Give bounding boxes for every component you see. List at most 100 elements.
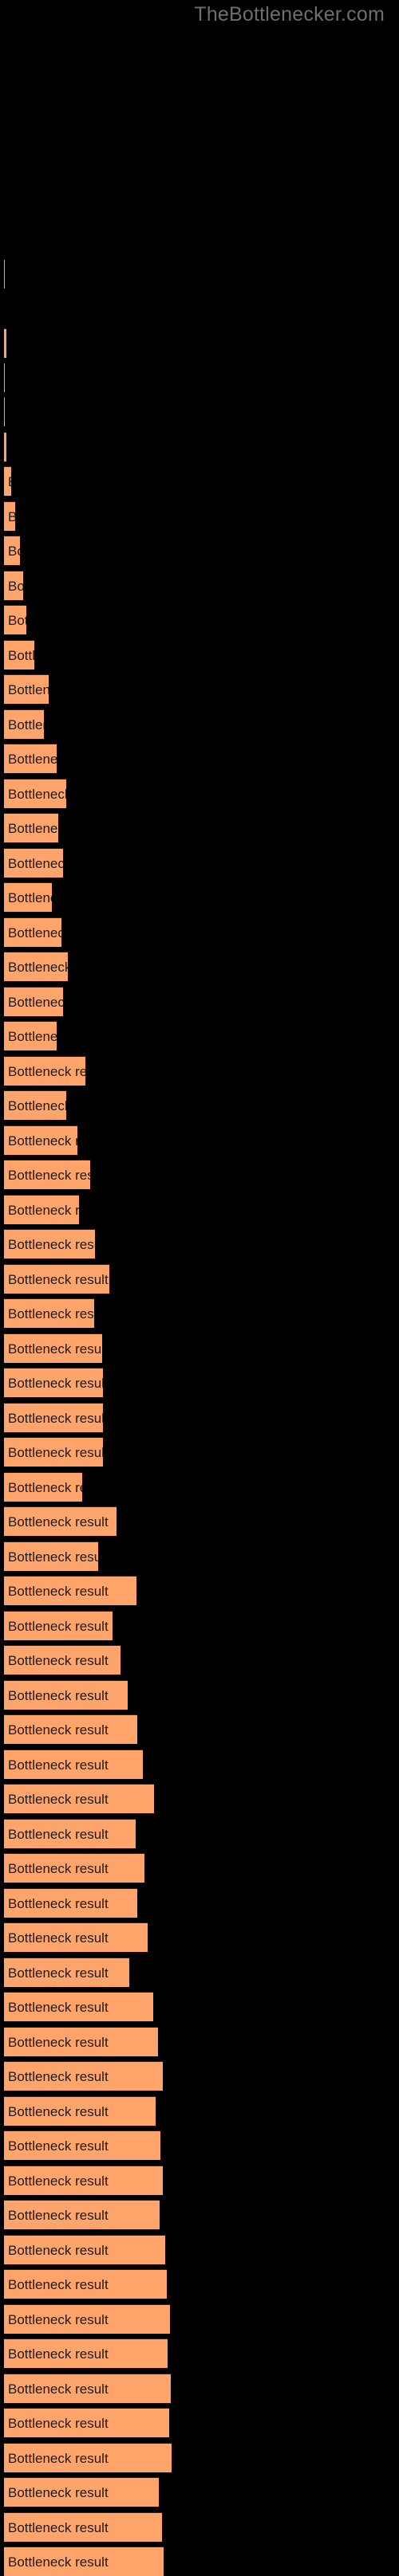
bar-row: Bottleneck result xyxy=(4,1749,143,1779)
bar-row: Bottleneck result xyxy=(4,1819,136,1848)
bar: Bottleneck result xyxy=(4,536,20,565)
bar: Bottleneck result xyxy=(4,466,11,496)
bar: Bottleneck result xyxy=(4,501,15,531)
bar-row: Bottleneck result xyxy=(4,779,66,808)
bar: Bottleneck result xyxy=(4,1680,128,1710)
bar-row: Bottleneck result xyxy=(4,2547,164,2576)
bar-row: Bottleneck result xyxy=(4,363,5,392)
bar-row: Bottleneck result xyxy=(4,848,63,878)
horizontal-bar-chart: Bottleneck result Bottleneck result Bottle… xyxy=(0,0,399,2576)
bar-row: Bottleneck result xyxy=(4,1714,137,1744)
bar: Bottleneck result xyxy=(4,2443,172,2472)
bar-label: Bottleneck result xyxy=(8,787,66,802)
bar: Bottleneck result xyxy=(4,2374,171,2403)
bar-label: Bottleneck result xyxy=(8,1445,103,1460)
bar-row: Bottleneck result xyxy=(4,1437,103,1467)
bar-label: Bottleneck result xyxy=(8,1896,109,1911)
bar-label: Bottleneck result xyxy=(8,752,57,767)
bar: Bottleneck result xyxy=(4,1611,113,1640)
bar-row: Bottleneck result xyxy=(4,328,6,358)
bar-row: Bottleneck result xyxy=(4,2027,158,2056)
bar-label: Bottleneck result xyxy=(8,2174,109,2189)
bar-label: Bottleneck result xyxy=(8,2035,109,2050)
bar-label: Bottleneck result xyxy=(8,613,26,628)
bar-row: Bottleneck result xyxy=(4,1472,82,1502)
bar-label: Bottleneck result xyxy=(8,1237,95,1252)
bar-label: Bottleneck result xyxy=(8,995,63,1010)
bar-row: Bottleneck result xyxy=(4,397,5,426)
bar: Bottleneck result xyxy=(4,2338,168,2368)
bar-label: Bottleneck result xyxy=(8,821,58,836)
bar-row: Bottleneck result xyxy=(4,1922,148,1952)
bar: Bottleneck result xyxy=(4,2235,165,2264)
bar-label: Bottleneck result xyxy=(8,1584,109,1599)
bar: Bottleneck result xyxy=(4,779,66,808)
bar: Bottleneck result xyxy=(4,1958,129,1987)
bar: Bottleneck result xyxy=(4,1888,137,1918)
bar-row: Bottleneck result xyxy=(4,2512,162,2542)
bar-label: Bottleneck result xyxy=(8,1827,109,1842)
bar-label: Bottleneck result xyxy=(8,1722,109,1738)
bar: Bottleneck result xyxy=(4,1368,103,1397)
bar: Bottleneck result xyxy=(4,2130,160,2160)
bar-row: Bottleneck result xyxy=(4,1229,95,1259)
bar: Bottleneck result xyxy=(4,2027,158,2056)
bar-row: Bottleneck result xyxy=(4,1506,117,1536)
bar-row: Bottleneck result xyxy=(4,259,5,289)
bar: Bottleneck result xyxy=(4,1472,82,1502)
bar: Bottleneck result xyxy=(4,744,57,773)
bar: Bottleneck result xyxy=(4,1922,148,1952)
bar-label: Bottleneck result xyxy=(8,648,34,663)
bar-row: Bottleneck result xyxy=(4,1264,109,1294)
bar-label: Bottleneck result xyxy=(8,1411,103,1426)
bar-label: Bottleneck result xyxy=(8,2138,109,2154)
bar: Bottleneck result xyxy=(4,571,23,600)
bar: Bottleneck result xyxy=(4,2477,159,2507)
bar-row: Bottleneck result xyxy=(4,1403,103,1432)
bar: Bottleneck result xyxy=(4,882,52,912)
bar: Bottleneck result xyxy=(4,1195,79,1224)
bar: Bottleneck result xyxy=(4,1437,103,1467)
bar: Bottleneck result xyxy=(4,848,63,878)
bar-row: Bottleneck result xyxy=(4,2235,165,2264)
bar: Bottleneck result xyxy=(4,1819,136,1848)
bar-label: Bottleneck result xyxy=(8,1757,109,1773)
bar: Bottleneck result xyxy=(4,1264,109,1294)
bar-label: Bottleneck result xyxy=(8,890,52,905)
bar-row: Bottleneck result xyxy=(4,2408,169,2437)
bar: Bottleneck result xyxy=(4,1645,120,1675)
bar-row: Bottleneck result xyxy=(4,1853,144,1883)
bar-row: Bottleneck result xyxy=(4,432,6,461)
bar-label: Bottleneck result xyxy=(8,579,23,594)
bar: Bottleneck result xyxy=(4,1333,102,1363)
bar-label: Bottleneck result xyxy=(8,1653,109,1668)
bar-row: Bottleneck result xyxy=(4,536,20,565)
bar-row: Bottleneck result xyxy=(4,744,57,773)
bar: Bottleneck result xyxy=(4,2408,169,2437)
bar-row: Bottleneck result xyxy=(4,571,23,600)
bar: Bottleneck result xyxy=(4,1714,137,1744)
bar-label: Bottleneck result xyxy=(8,2104,109,2119)
bar-row: Bottleneck result xyxy=(4,1958,129,1987)
bar-row: Bottleneck result xyxy=(4,2477,159,2507)
bar: Bottleneck result xyxy=(4,1229,95,1259)
bar-row: Bottleneck result xyxy=(4,1992,153,2021)
bar-label: Bottleneck result xyxy=(8,2346,109,2362)
bar: Bottleneck result xyxy=(4,2304,170,2334)
bar: Bottleneck result xyxy=(4,1992,153,2021)
bar-label: Bottleneck result xyxy=(8,2485,109,2500)
bar-label: Bottleneck result xyxy=(8,1306,94,1321)
bar-label: Bottleneck result xyxy=(8,925,61,940)
bar-row: Bottleneck result xyxy=(4,2304,170,2334)
bar-label: Bottleneck result xyxy=(8,1480,82,1495)
bar-row: Bottleneck result xyxy=(4,917,61,947)
bar-row: Bottleneck result xyxy=(4,674,49,704)
bar: Bottleneck result xyxy=(4,2269,167,2299)
bar-row: Bottleneck result xyxy=(4,1645,120,1675)
bar: Bottleneck result xyxy=(4,397,5,426)
bar-row: Bottleneck result xyxy=(4,2166,163,2195)
bar: Bottleneck result xyxy=(4,987,63,1016)
bar-label: Bottleneck result xyxy=(8,2416,109,2431)
bar-row: Bottleneck result xyxy=(4,1160,90,1189)
bar-label: Bottleneck result xyxy=(8,1341,102,1357)
